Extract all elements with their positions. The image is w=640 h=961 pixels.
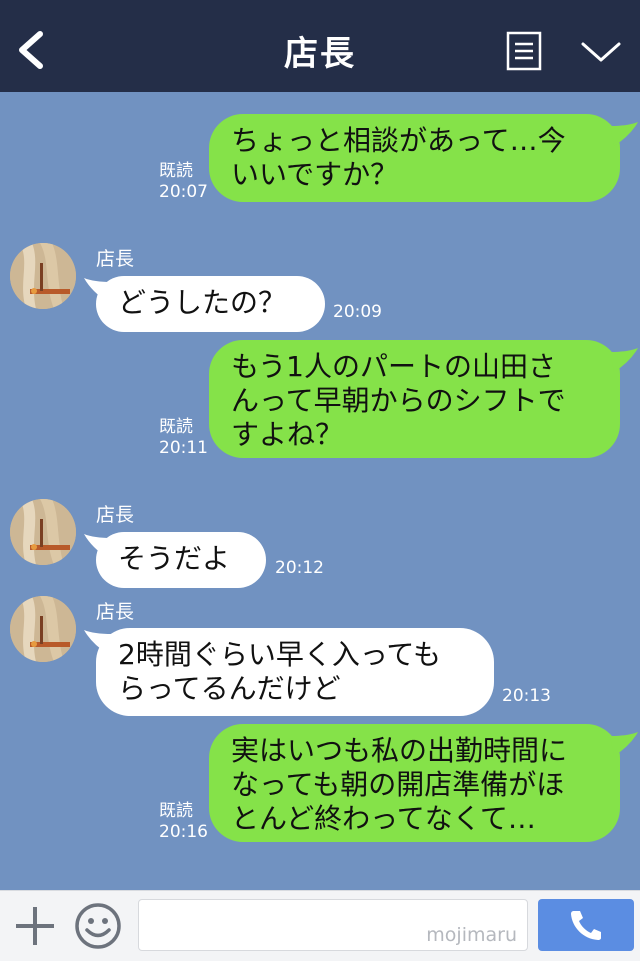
message-text: 実はいつも私の出勤時間に なっても朝の開店準備がほ とんど終わってなくて… — [231, 734, 568, 835]
message-text: もう1人のパートの山田さ んって早朝からのシフトで すよね？ — [231, 350, 566, 451]
bubble-tail — [610, 732, 638, 756]
avatar-image — [10, 596, 76, 662]
message-text: そうだよ — [118, 542, 231, 575]
smile-icon[interactable] — [74, 902, 122, 950]
avatar-image — [10, 243, 76, 309]
bubble-tail — [610, 122, 638, 146]
message-time: 20:13 — [502, 686, 551, 706]
plus-icon[interactable] — [14, 905, 56, 947]
input-bar: mojimaru — [0, 890, 640, 961]
message-time: 20:11 — [159, 438, 208, 458]
message-time: 20:12 — [275, 558, 324, 578]
message-time: 20:07 — [159, 182, 208, 202]
message-text: 2時間ぐらい早く入っても らってるんだけど — [118, 638, 442, 705]
read-receipt: 既読 — [159, 161, 193, 181]
chat-area[interactable]: 既読 20:07 ちょっと相談があって…今 いいですか？ 店長 どうしたの？ 2… — [0, 92, 640, 890]
sender-name: 店長 — [96, 248, 135, 270]
avatar[interactable] — [10, 596, 76, 662]
message-bubble[interactable]: 実はいつも私の出勤時間に なっても朝の開店準備がほ とんど終わってなくて… — [209, 724, 620, 842]
read-receipt: 既読 — [159, 801, 193, 821]
message-bubble[interactable]: どうしたの？ — [96, 276, 325, 332]
chat-header: 店長 — [0, 0, 640, 92]
call-button[interactable] — [538, 899, 634, 951]
avatar[interactable] — [10, 499, 76, 565]
notes-icon[interactable] — [506, 31, 542, 71]
bubble-tail — [610, 348, 638, 372]
avatar-image — [10, 499, 76, 565]
message-time: 20:09 — [333, 302, 382, 322]
chat-title: 店長 — [284, 34, 356, 74]
watermark: mojimaru — [426, 924, 517, 946]
sender-name: 店長 — [96, 504, 135, 526]
message-bubble[interactable]: 2時間ぐらい早く入っても らってるんだけど — [96, 628, 494, 716]
phone-icon — [571, 911, 601, 940]
message-bubble[interactable]: そうだよ — [96, 532, 266, 588]
message-bubble[interactable]: ちょっと相談があって…今 いいですか？ — [209, 114, 620, 202]
read-receipt: 既読 — [159, 417, 193, 437]
avatar[interactable] — [10, 243, 76, 309]
message-text: ちょっと相談があって…今 いいですか？ — [231, 124, 566, 191]
message-time: 20:16 — [159, 822, 208, 842]
message-text: どうしたの？ — [118, 286, 287, 319]
message-input[interactable]: mojimaru — [138, 899, 528, 951]
message-bubble[interactable]: もう1人のパートの山田さ んって早朝からのシフトで すよね？ — [209, 340, 620, 458]
sender-name: 店長 — [96, 601, 135, 623]
chevron-down-icon[interactable] — [580, 40, 622, 64]
